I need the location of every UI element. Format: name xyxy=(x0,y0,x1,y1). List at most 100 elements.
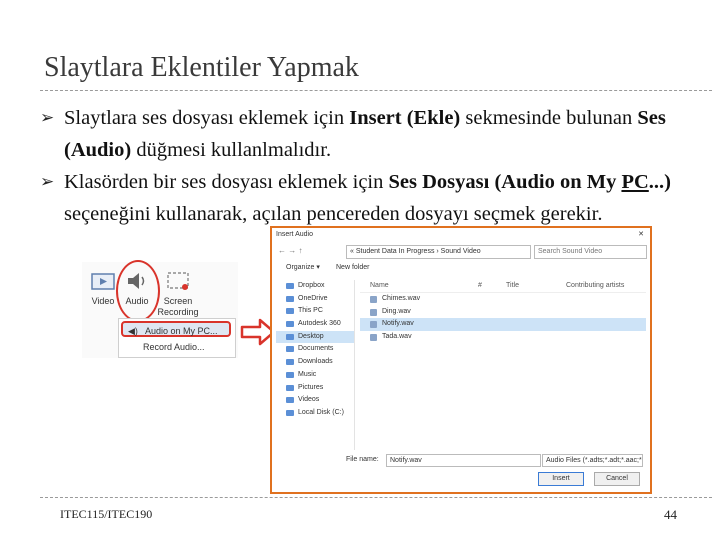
bullet-text: sekmesinde bulunan xyxy=(460,107,638,129)
menu-item-record-audio[interactable]: Record Audio... xyxy=(121,339,231,355)
nav-item[interactable]: Documents xyxy=(276,343,354,356)
audio-file-icon xyxy=(370,321,377,329)
file-row[interactable]: Chimes.wav xyxy=(360,293,646,306)
audio-highlight-circle xyxy=(116,260,160,322)
dialog-button-row: Insert Cancel xyxy=(276,472,646,486)
bullet-text: Klasörden bir ses dosyası eklemek için xyxy=(64,171,389,193)
file-row[interactable]: Notify.wav xyxy=(360,318,646,332)
new-folder-button[interactable]: New folder xyxy=(336,262,369,274)
bullet-bold-underline: PC xyxy=(621,171,649,193)
dialog-titlebar: Insert Audio ✕ xyxy=(272,228,650,241)
nav-item[interactable]: Music xyxy=(276,369,354,382)
video-icon xyxy=(91,273,115,290)
navigation-pane: Dropbox OneDrive This PC Autodesk 360 Deskto… xyxy=(276,280,355,450)
audio-dropdown-menu: ◀) Audio on My PC... Record Audio... xyxy=(118,318,236,358)
column-number[interactable]: # xyxy=(478,280,482,292)
nav-item[interactable]: This PC xyxy=(276,305,354,318)
search-input[interactable]: Search Sound Video xyxy=(534,245,647,259)
nav-item[interactable]: Local Disk (C:) xyxy=(276,407,354,420)
file-list-header: Name # Title Contributing artists xyxy=(360,280,646,293)
nav-item-label: This PC xyxy=(298,307,323,315)
bullet-bold: ...) xyxy=(648,171,671,193)
bullet-text: Slaytlara ses dosyası eklemek için xyxy=(64,107,350,129)
file-row[interactable]: Tada.wav xyxy=(360,331,646,344)
filename-input[interactable]: Notify.wav xyxy=(386,454,541,467)
menu-item-label: Audio on My PC... xyxy=(145,326,218,336)
page-number: 44 xyxy=(664,507,677,522)
column-name[interactable]: Name xyxy=(370,280,389,292)
back-forward-icon[interactable]: ← → ↑ xyxy=(278,246,302,255)
insert-button[interactable]: Insert xyxy=(538,472,584,486)
bullet-item-1: ➢ Slaytlara ses dosyası eklemek için Ins… xyxy=(40,102,688,166)
bullet-arrow-icon: ➢ xyxy=(40,108,55,127)
bullet-bold: Insert (Ekle) xyxy=(349,107,461,129)
nav-item-label: Autodesk 360 xyxy=(298,320,341,328)
file-row[interactable]: Ding.wav xyxy=(360,306,646,319)
bullet-list: ➢ Slaytlara ses dosyası eklemek için Ins… xyxy=(40,102,688,230)
speaker-icon: ◀) xyxy=(128,326,138,336)
folder-icon xyxy=(286,295,294,302)
menu-item-label: Record Audio... xyxy=(143,342,205,352)
filename-label: File name: xyxy=(346,456,379,463)
folder-icon xyxy=(286,308,294,315)
audio-file-icon xyxy=(370,334,377,342)
audio-file-icon xyxy=(370,308,377,316)
bullet-text: düğmesi kullanlmalıdır. xyxy=(131,139,332,161)
file-list: Name # Title Contributing artists Chimes… xyxy=(360,280,646,450)
column-title[interactable]: Title xyxy=(506,280,519,292)
address-bar[interactable]: « Student Data In Progress › Sound Video xyxy=(346,245,531,259)
folder-icon xyxy=(286,321,294,328)
screen-recording-icon xyxy=(167,272,189,290)
nav-item[interactable]: OneDrive xyxy=(276,293,354,306)
title-divider xyxy=(40,90,712,91)
filetype-select[interactable]: Audio Files (*.adts;*.adt;*.aac;* xyxy=(542,454,643,467)
close-button[interactable]: ✕ xyxy=(638,228,644,241)
nav-item-label: Dropbox xyxy=(298,282,325,289)
folder-icon xyxy=(286,283,294,289)
footer-course: ITEC115/ITEC190 xyxy=(60,507,153,521)
nav-item[interactable]: Desktop xyxy=(276,330,354,344)
nav-item-label: Music xyxy=(298,370,317,378)
file-name: Notify.wav xyxy=(382,320,414,328)
folder-icon xyxy=(286,384,294,391)
nav-item[interactable]: Autodesk 360 xyxy=(276,318,354,331)
recording-label: Recording xyxy=(157,307,199,317)
bullet-bold: Ses Dosyası (Audio on My xyxy=(388,171,622,193)
menu-item-audio-on-my-pc[interactable]: ◀) Audio on My PC... xyxy=(121,321,231,337)
address-bar-row: ← → ↑ « Student Data In Progress › Sound… xyxy=(276,243,647,259)
nav-item-label: Videos xyxy=(298,396,320,404)
ribbon-snippet: Video Audio Screen Recording ◀) Audio on… xyxy=(82,260,238,358)
cancel-button[interactable]: Cancel xyxy=(594,472,640,486)
insert-audio-dialog: Insert Audio ✕ ← → ↑ « Student Data In P… xyxy=(270,226,652,494)
screen-label: Screen xyxy=(163,296,193,306)
nav-item-label: Local Disk (C:) xyxy=(298,408,344,416)
nav-item-label: Downloads xyxy=(298,358,333,366)
nav-item[interactable]: Downloads xyxy=(276,356,354,369)
folder-icon xyxy=(286,359,294,366)
column-contributing-artists[interactable]: Contributing artists xyxy=(566,280,624,292)
footer-divider xyxy=(40,497,712,498)
nav-item[interactable]: Pictures xyxy=(276,382,354,395)
file-name: Chimes.wav xyxy=(382,295,421,302)
file-name: Tada.wav xyxy=(382,333,412,341)
folder-icon xyxy=(286,333,294,340)
filename-row: File name: Notify.wav Audio Files (*.adt… xyxy=(276,454,646,468)
nav-item-label: OneDrive xyxy=(298,294,328,302)
file-name: Ding.wav xyxy=(382,307,411,315)
audio-file-icon xyxy=(370,296,377,303)
video-button[interactable]: Video xyxy=(86,266,120,318)
dialog-toolbar: Organize ▾ New folder xyxy=(276,262,646,274)
nav-item[interactable]: Dropbox xyxy=(276,280,354,293)
screen-recording-button[interactable]: Screen Recording xyxy=(156,266,200,318)
video-label: Video xyxy=(91,296,115,306)
nav-item-label: Documents xyxy=(298,345,334,353)
slide-title: Slaytlara Eklentiler Yapmak xyxy=(44,52,359,83)
organize-button[interactable]: Organize ▾ xyxy=(286,262,320,274)
nav-item-label: Desktop xyxy=(298,332,324,340)
folder-icon xyxy=(286,371,294,378)
folder-icon xyxy=(286,409,294,416)
nav-item[interactable]: Videos xyxy=(276,394,354,407)
bullet-text: seçeneğini kullanarak, açılan pencereden… xyxy=(64,203,603,225)
folder-icon xyxy=(286,397,294,404)
bullet-arrow-icon: ➢ xyxy=(40,172,55,191)
